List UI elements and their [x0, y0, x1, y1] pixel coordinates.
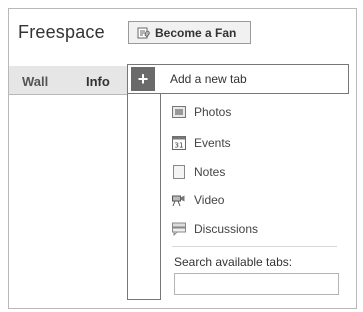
- menu-item-photos[interactable]: Photos: [172, 103, 231, 121]
- menu-item-label: Discussions: [194, 222, 259, 236]
- svg-text:31: 31: [175, 142, 184, 150]
- become-a-fan-button[interactable]: Become a Fan: [128, 21, 251, 44]
- photos-icon: [172, 106, 186, 118]
- add-new-tab-label: Add a new tab: [170, 72, 247, 86]
- tab-info[interactable]: Info: [86, 74, 110, 89]
- menu-item-video[interactable]: Video: [172, 191, 224, 209]
- video-icon: [172, 195, 185, 207]
- menu-item-notes[interactable]: Notes: [172, 163, 225, 181]
- menu-item-label: Events: [194, 136, 231, 150]
- menu-item-discussions[interactable]: Discussions: [172, 220, 258, 238]
- page-title: Freespace: [18, 22, 105, 42]
- add-new-tab-button[interactable]: + Add a new tab: [127, 64, 349, 94]
- plus-icon: +: [131, 67, 155, 91]
- fan-icon: [137, 27, 150, 38]
- search-tabs-label: Search available tabs:: [174, 255, 293, 269]
- menu-item-label: Photos: [194, 105, 232, 119]
- discussions-icon: [172, 222, 186, 236]
- menu-item-label: Notes: [194, 165, 226, 179]
- search-tabs-input[interactable]: [174, 273, 339, 295]
- notes-icon: [173, 165, 185, 179]
- menu-divider: [172, 246, 337, 247]
- become-a-fan-label: Become a Fan: [155, 25, 237, 40]
- menu-item-events[interactable]: 31 Events: [172, 134, 231, 152]
- events-icon: 31: [172, 136, 186, 150]
- menu-item-label: Video: [194, 193, 225, 207]
- tab-wall[interactable]: Wall: [22, 74, 48, 89]
